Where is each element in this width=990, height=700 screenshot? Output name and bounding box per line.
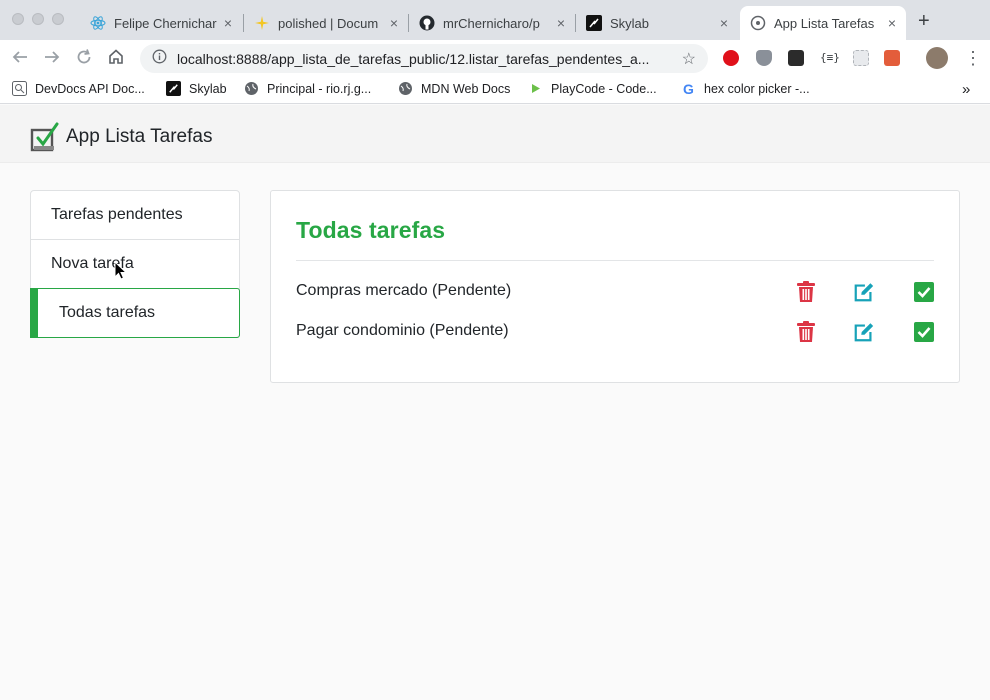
window-close-button[interactable]: [12, 13, 24, 25]
skylab-icon: [166, 81, 181, 96]
window-zoom-button[interactable]: [52, 13, 64, 25]
info-icon[interactable]: [152, 49, 167, 69]
window-minimize-button[interactable]: [32, 13, 44, 25]
url-text[interactable]: localhost:8888/app_lista_de_tarefas_publ…: [177, 51, 667, 67]
new-tab-button[interactable]: +: [918, 10, 930, 33]
more-bookmarks-button[interactable]: »: [962, 81, 970, 98]
sidebar-menu: Tarefas pendentes Nova tarefa Todas tare…: [30, 190, 240, 338]
trash-icon[interactable]: [795, 321, 817, 343]
browser-toolbar: localhost:8888/app_lista_de_tarefas_publ…: [0, 40, 990, 76]
bookmark-label: Skylab: [189, 81, 227, 96]
divider: [296, 260, 934, 261]
grid-extension-icon[interactable]: [853, 50, 869, 66]
json-extension-icon[interactable]: {≡}: [820, 51, 840, 67]
check-square-icon[interactable]: [913, 281, 935, 303]
brand-title: App Lista Tarefas: [66, 126, 213, 147]
bookmark-item[interactable]: MDN Web Docs: [398, 81, 510, 96]
tab-close-icon[interactable]: ×: [882, 15, 896, 31]
bookmark-item[interactable]: G hex color picker -...: [681, 80, 810, 97]
bookmark-item[interactable]: PlayCode - Code...: [528, 81, 657, 96]
app-header: App Lista Tarefas: [0, 105, 990, 163]
section-title-text: Todas tarefas: [296, 217, 446, 243]
tab-close-icon[interactable]: ×: [384, 15, 398, 31]
bookmark-label: Principal - rio.rj.g...: [267, 81, 372, 96]
bookmark-star-icon[interactable]: ☆: [682, 49, 696, 69]
devdocs-icon: [12, 81, 27, 96]
screenshot-extension-icon[interactable]: [788, 50, 804, 66]
tab-title: Skylab: [610, 15, 650, 31]
profile-avatar[interactable]: [926, 47, 948, 69]
opera-extension-icon[interactable]: [723, 50, 739, 66]
menu-item-nova-tarefa[interactable]: Nova tarefa: [31, 240, 239, 289]
checklist-logo-icon: [30, 122, 59, 152]
tab-close-icon[interactable]: ×: [218, 15, 232, 31]
task-row: Compras mercado (Pendente): [296, 276, 936, 306]
edit-icon[interactable]: [853, 321, 875, 343]
forward-icon[interactable]: [43, 48, 61, 71]
reload-icon[interactable]: [75, 48, 93, 71]
bookmark-item[interactable]: DevDocs API Doc...: [12, 81, 145, 96]
bookmarks-bar: DevDocs API Doc... Skylab Principal - ri…: [0, 76, 990, 104]
bookmark-label: hex color picker -...: [704, 81, 810, 96]
task-row: Pagar condominio (Pendente): [296, 316, 936, 346]
github-icon: [419, 15, 435, 31]
react-icon: [90, 15, 106, 31]
tab-title: App Lista Tarefas: [774, 15, 875, 31]
tab-title: polished | Docum: [278, 15, 379, 31]
skylab-icon: [586, 15, 602, 31]
menu-item-todas-tarefas[interactable]: Todas tarefas: [30, 288, 240, 338]
browser-tab-2[interactable]: polished | Docum ×: [244, 6, 408, 40]
browser-tab-4[interactable]: Skylab ×: [576, 6, 738, 40]
task-text: Compras mercado (Pendente): [296, 282, 512, 299]
browser-tab-active[interactable]: App Lista Tarefas ×: [740, 6, 906, 40]
bookmark-label: PlayCode - Code...: [551, 81, 657, 96]
bookmark-label: DevDocs API Doc...: [35, 81, 145, 96]
globe-icon: [398, 81, 413, 96]
trash-icon[interactable]: [795, 281, 817, 303]
globe-icon: [244, 81, 259, 96]
section-title: Todas tarefas: [296, 217, 445, 244]
tasks-card: Todas tarefas Compras mercado (Pendente)…: [270, 190, 960, 383]
browser-tab-1[interactable]: Felipe Chernichar ×: [80, 6, 242, 40]
browser-tab-bar: Felipe Chernichar × polished | Docum × m…: [0, 0, 990, 40]
tab-title: Felipe Chernichar: [114, 15, 217, 31]
home-icon[interactable]: [107, 48, 125, 71]
bookmark-item[interactable]: Skylab: [166, 81, 227, 96]
mouse-cursor-icon: [114, 261, 128, 280]
menu-item-label: Tarefas pendentes: [51, 206, 183, 223]
bookmark-label: MDN Web Docs: [421, 81, 511, 96]
browser-tab-3[interactable]: mrChernicharo/p ×: [409, 6, 575, 40]
brand[interactable]: App Lista Tarefas: [30, 121, 212, 153]
google-icon: G: [683, 80, 694, 97]
tab-title: mrChernicharo/p: [443, 15, 540, 31]
sparkle-icon: [254, 15, 270, 31]
task-text: Pagar condominio (Pendente): [296, 322, 509, 339]
page-icon: [750, 15, 766, 31]
back-icon[interactable]: [11, 48, 29, 71]
tab-close-icon[interactable]: ×: [551, 15, 565, 31]
network-extension-icon[interactable]: [884, 50, 900, 66]
shield-extension-icon[interactable]: [756, 50, 772, 66]
menu-item-label: Todas tarefas: [59, 304, 156, 321]
playcode-icon: [528, 81, 543, 96]
bookmark-item[interactable]: Principal - rio.rj.g...: [244, 81, 371, 96]
edit-icon[interactable]: [853, 281, 875, 303]
menu-kebab-icon[interactable]: ⋮: [964, 48, 982, 69]
check-square-icon[interactable]: [913, 321, 935, 343]
address-bar[interactable]: localhost:8888/app_lista_de_tarefas_publ…: [140, 44, 708, 73]
tab-close-icon[interactable]: ×: [714, 15, 728, 31]
menu-item-tarefas-pendentes[interactable]: Tarefas pendentes: [31, 191, 239, 240]
